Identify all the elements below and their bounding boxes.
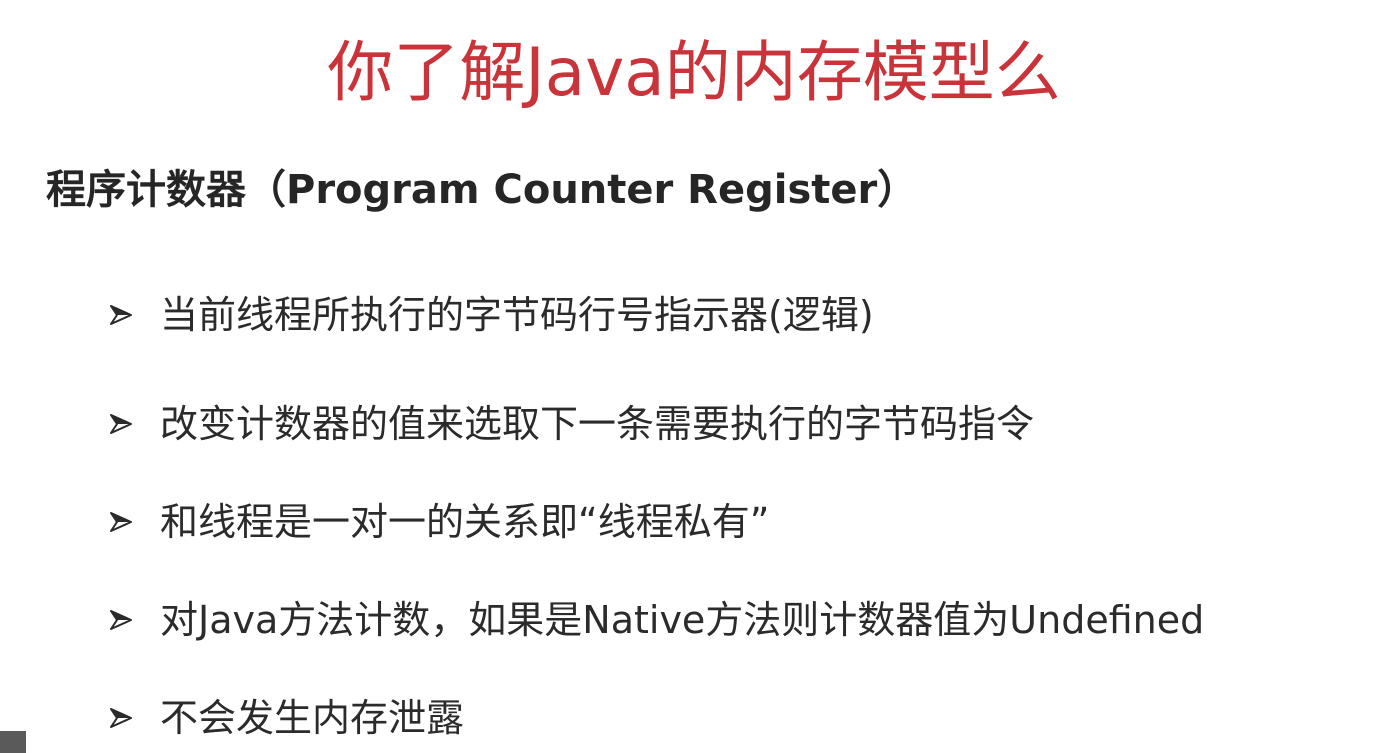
bullet-text: 和线程是一对一的关系即“线程私有” <box>160 500 770 544</box>
arrowhead-bullet-icon <box>110 708 132 728</box>
bullet-item: 当前线程所执行的字节码行号指示器(逻辑) <box>108 285 874 345</box>
bullet-text: 当前线程所执行的字节码行号指示器(逻辑) <box>160 293 874 337</box>
arrowhead-bullet-icon <box>110 610 132 630</box>
bullet-text: 改变计数器的值来选取下一条需要执行的字节码指令 <box>160 402 1035 446</box>
corner-control[interactable] <box>0 731 26 753</box>
bullet-item: 和线程是一对一的关系即“线程私有” <box>108 492 769 552</box>
bullet-item: 对Java方法计数，如果是Native方法则计数器值为Undefined <box>108 590 1204 650</box>
arrowhead-bullet-icon <box>110 305 132 325</box>
slide-title: 你了解Java的内存模型么 <box>327 34 1061 111</box>
bullet-text: 对Java方法计数，如果是Native方法则计数器值为Undefined <box>160 598 1205 642</box>
slide: 你了解Java的内存模型么 程序计数器（Program Counter Regi… <box>0 0 1388 753</box>
bullet-item: 不会发生内存泄露 <box>108 688 464 748</box>
bullet-text: 不会发生内存泄露 <box>160 696 465 740</box>
section-heading: 程序计数器（Program Counter Register） <box>46 167 918 213</box>
bullet-item: 改变计数器的值来选取下一条需要执行的字节码指令 <box>108 394 1034 454</box>
arrowhead-bullet-icon <box>110 414 132 434</box>
arrowhead-bullet-icon <box>110 512 132 532</box>
